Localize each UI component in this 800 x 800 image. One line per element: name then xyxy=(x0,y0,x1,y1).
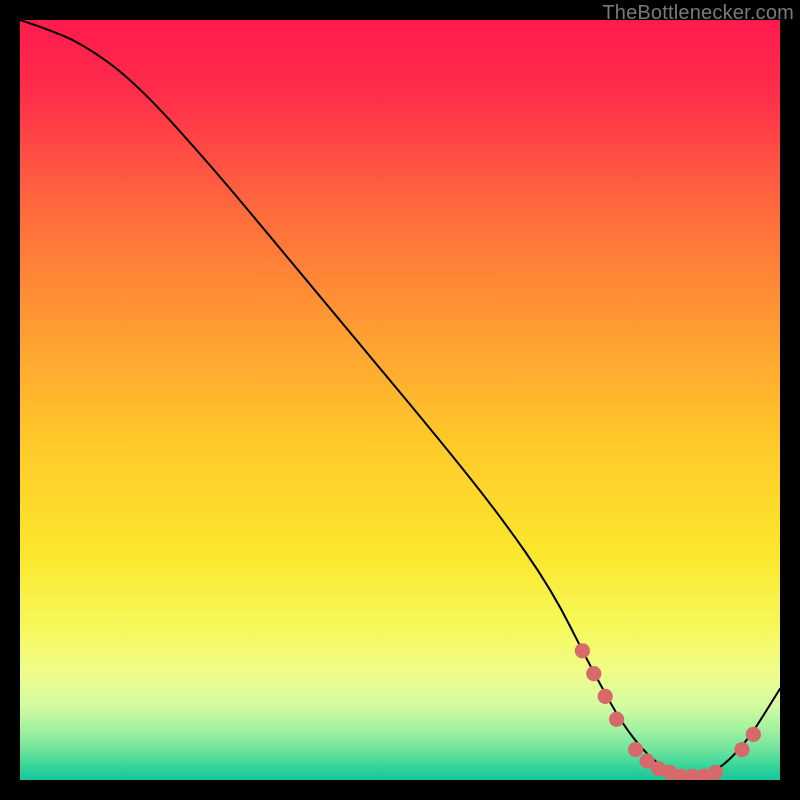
marker-dot xyxy=(628,742,643,757)
marker-dot xyxy=(746,727,761,742)
marker-dot xyxy=(598,689,613,704)
marker-dot xyxy=(708,765,723,780)
curve-layer xyxy=(20,20,780,780)
plot-area xyxy=(20,20,780,780)
marker-dot xyxy=(734,742,749,757)
marker-dot xyxy=(609,712,624,727)
marker-group xyxy=(575,643,761,780)
marker-dot xyxy=(575,643,590,658)
chart-stage: TheBottlenecker.com xyxy=(0,0,800,800)
main-curve xyxy=(20,20,780,777)
marker-dot xyxy=(586,666,601,681)
